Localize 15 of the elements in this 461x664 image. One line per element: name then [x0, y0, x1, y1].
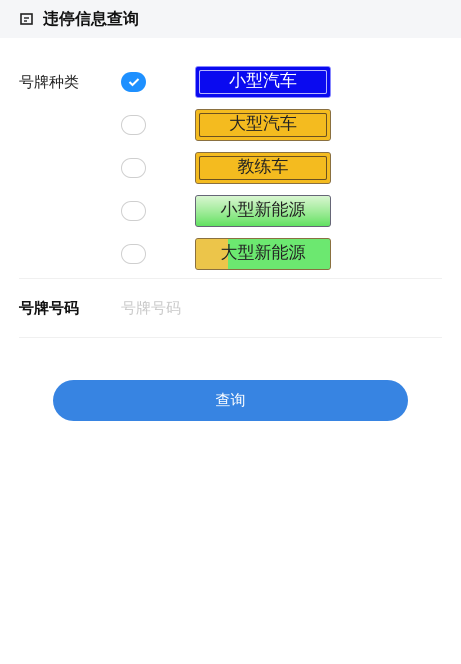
radio-button[interactable] — [121, 244, 146, 264]
radio-button[interactable] — [121, 72, 146, 92]
field-label: 号牌号码 — [19, 298, 80, 319]
page-title: 违停信息查询 — [43, 8, 139, 30]
field-label: 号牌种类 — [19, 72, 80, 93]
license-plate: 小型新能源 — [195, 195, 331, 227]
license-plate: 小型汽车 — [195, 66, 331, 98]
license-plate: 大型汽车 — [195, 109, 331, 141]
search-button[interactable]: 查询 — [53, 380, 408, 421]
license-plate: 教练车 — [195, 152, 331, 184]
radio-button[interactable] — [121, 201, 146, 221]
check-icon — [128, 77, 140, 87]
radio-button[interactable] — [121, 115, 146, 135]
form-icon — [20, 13, 33, 25]
radio-button[interactable] — [121, 158, 146, 178]
